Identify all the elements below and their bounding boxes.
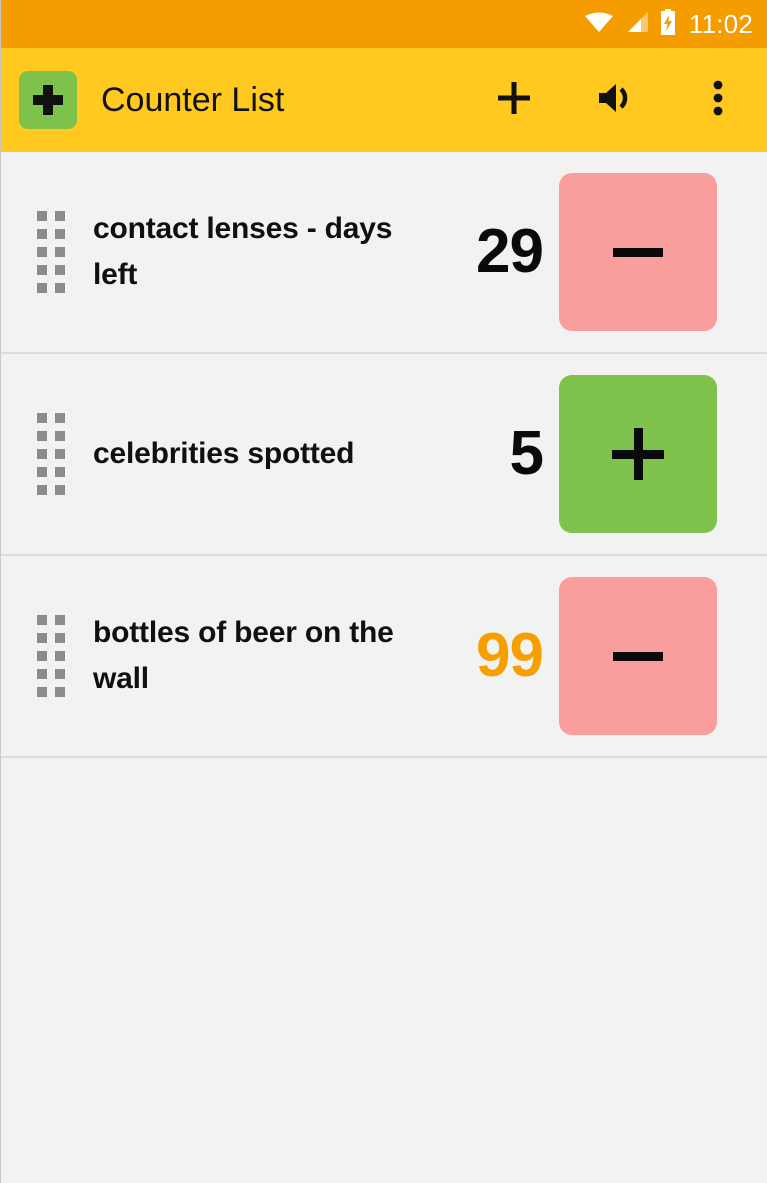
battery-charging-icon bbox=[659, 8, 677, 40]
increment-button[interactable] bbox=[559, 375, 717, 533]
more-vertical-icon bbox=[713, 80, 723, 121]
page-title: Counter List bbox=[101, 80, 285, 119]
counter-row[interactable]: bottles of beer on the wall 99 bbox=[1, 556, 767, 758]
counter-value: 5 bbox=[509, 419, 544, 488]
overflow-menu-button[interactable] bbox=[687, 69, 749, 131]
plus-app-icon bbox=[19, 71, 77, 129]
counter-label: contact lenses - days left bbox=[93, 212, 393, 291]
plus-icon bbox=[496, 80, 532, 121]
decrement-button[interactable] bbox=[559, 173, 717, 331]
minus-icon bbox=[613, 651, 663, 661]
add-counter-button[interactable] bbox=[483, 69, 545, 131]
drag-handle-icon[interactable] bbox=[37, 413, 65, 495]
cellular-signal-icon bbox=[623, 11, 649, 38]
plus-icon bbox=[612, 428, 664, 480]
status-bar: 11:02 bbox=[1, 0, 767, 48]
wifi-icon bbox=[584, 11, 613, 38]
counter-row[interactable]: celebrities spotted 5 bbox=[1, 354, 767, 556]
counter-list: contact lenses - days left 29 celebritie… bbox=[1, 152, 767, 758]
volume-button[interactable] bbox=[585, 69, 647, 131]
counter-row[interactable]: contact lenses - days left 29 bbox=[1, 152, 767, 354]
volume-icon bbox=[596, 80, 636, 121]
counter-list-app: 11:02 Counter List contact lenses - days… bbox=[0, 0, 767, 1183]
status-time: 11:02 bbox=[688, 9, 753, 39]
app-bar: Counter List bbox=[1, 48, 767, 152]
counter-label: celebrities spotted bbox=[93, 437, 355, 471]
drag-handle-icon[interactable] bbox=[37, 615, 65, 697]
counter-value: 29 bbox=[476, 217, 544, 286]
drag-handle-icon[interactable] bbox=[37, 211, 65, 293]
decrement-button[interactable] bbox=[559, 577, 717, 735]
counter-value: 99 bbox=[476, 621, 544, 690]
counter-label: bottles of beer on the wall bbox=[93, 616, 394, 695]
minus-icon bbox=[613, 247, 663, 257]
